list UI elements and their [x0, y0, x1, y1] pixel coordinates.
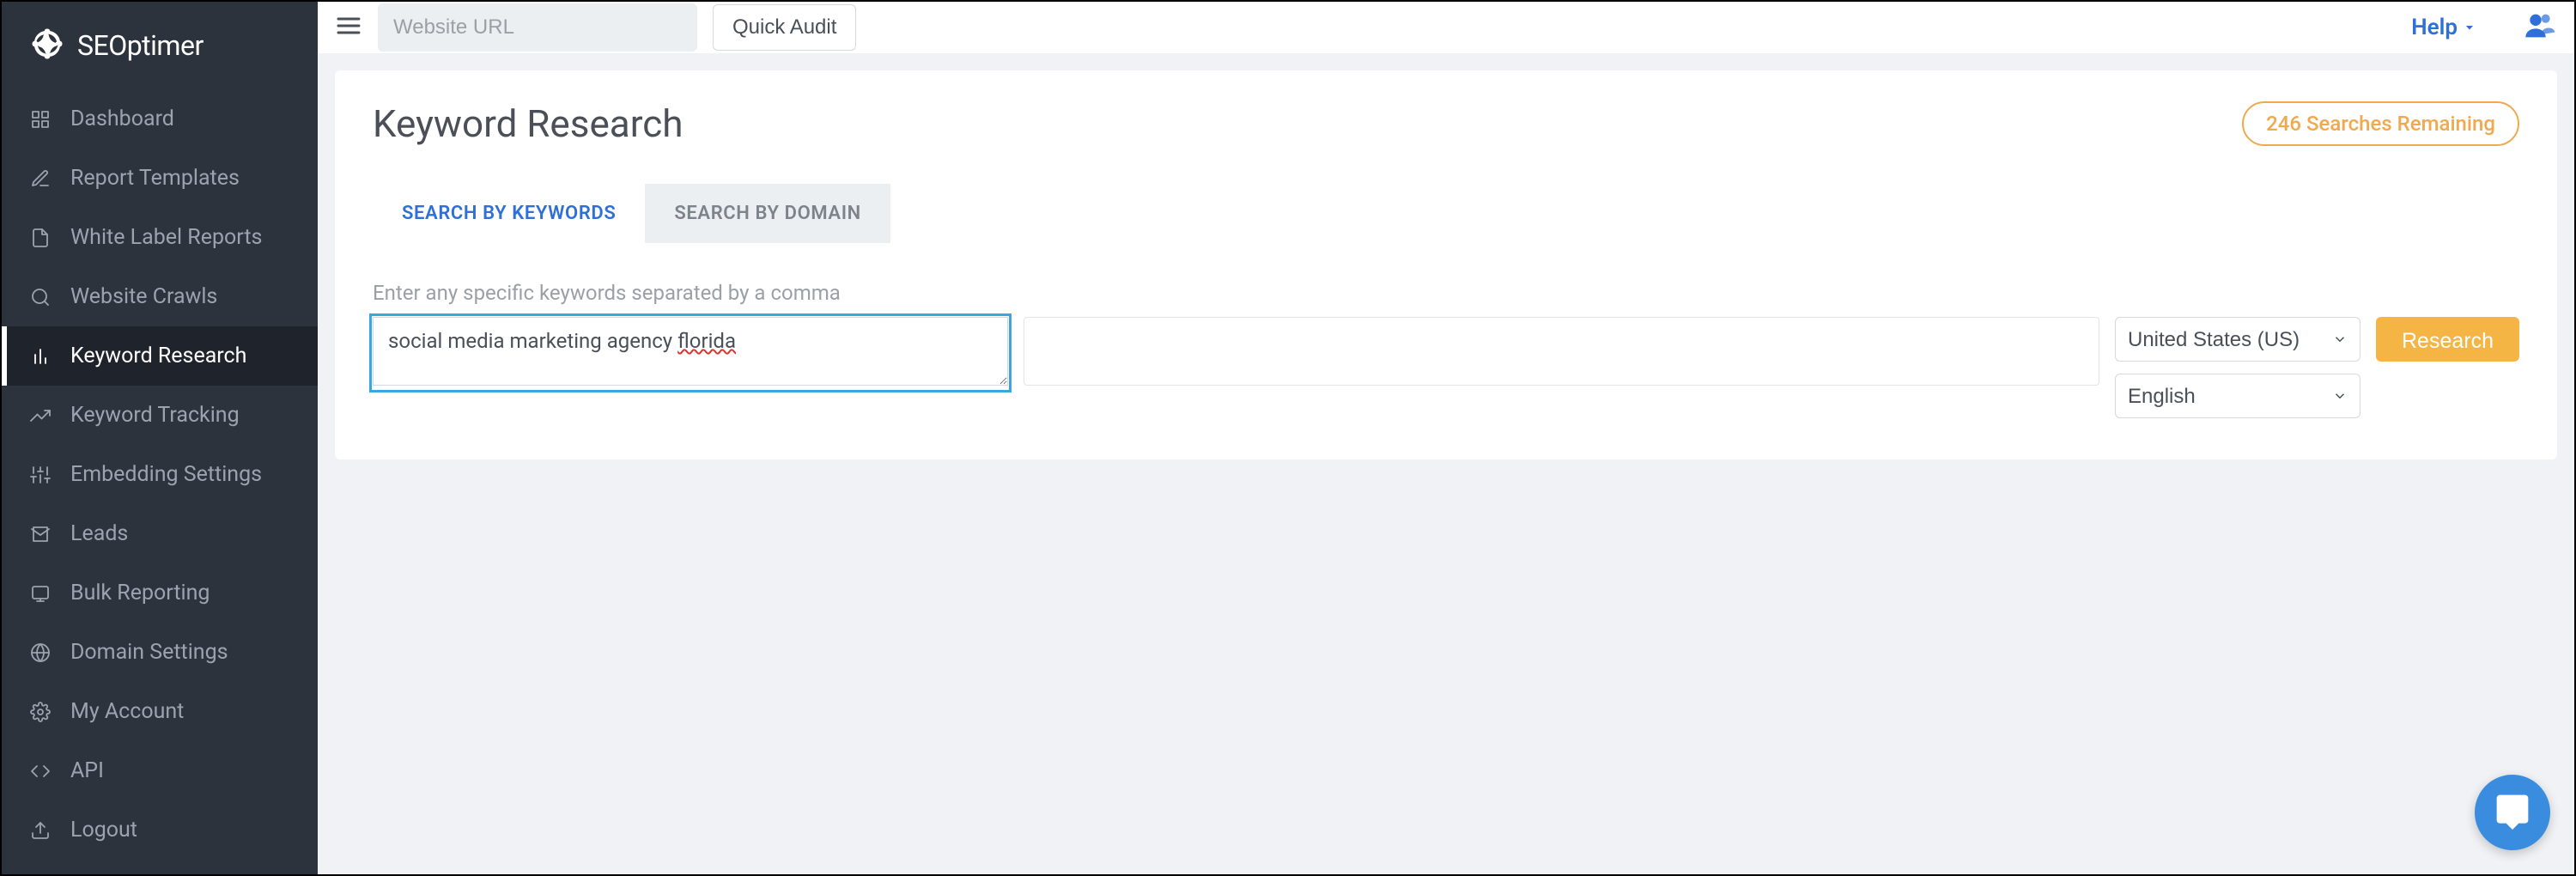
sidebar-item-label: Dashboard [70, 106, 174, 131]
sidebar-item-keyword-tracking[interactable]: Keyword Tracking [2, 386, 318, 445]
selects-column: United States (US) English [2115, 317, 2360, 418]
sidebar-item-white-label[interactable]: White Label Reports [2, 208, 318, 267]
sidebar-item-label: Embedding Settings [70, 462, 262, 487]
tab-search-by-domain[interactable]: SEARCH BY DOMAIN [645, 184, 890, 243]
domain-settings-icon [29, 642, 52, 664]
sidebar-item-label: Report Templates [70, 166, 240, 191]
sidebar-item-api[interactable]: API [2, 741, 318, 800]
chevron-down-icon [2463, 15, 2476, 40]
chat-icon [2494, 792, 2531, 833]
sidebar-item-label: Keyword Tracking [70, 403, 240, 428]
sidebar-item-crawls[interactable]: Website Crawls [2, 267, 318, 326]
tab-search-by-keywords[interactable]: SEARCH BY KEYWORDS [373, 184, 645, 243]
sidebar-item-my-account[interactable]: My Account [2, 682, 318, 741]
keyword-input-wrap: social media marketing agency florida [373, 317, 1008, 389]
sidebar-item-label: My Account [70, 699, 184, 724]
nav-list: Dashboard Report Templates White Label R… [2, 89, 318, 860]
quick-audit-button[interactable]: Quick Audit [713, 4, 856, 51]
sidebar-item-embedding[interactable]: Embedding Settings [2, 445, 318, 504]
sidebar-item-leads[interactable]: Leads [2, 504, 318, 563]
keyword-tracking-icon [29, 405, 52, 427]
help-dropdown[interactable]: Help [2411, 15, 2476, 40]
crawls-icon [29, 286, 52, 308]
textarea-extension [1024, 317, 2099, 386]
sidebar-item-label: Leads [70, 521, 128, 546]
hamburger-icon[interactable] [335, 12, 362, 43]
keyword-textarea[interactable] [373, 317, 1008, 386]
form-row: social media marketing agency florida Un… [373, 317, 2519, 418]
sidebar-item-report-templates[interactable]: Report Templates [2, 149, 318, 208]
sidebar-item-bulk-reporting[interactable]: Bulk Reporting [2, 563, 318, 623]
logo[interactable]: SEOptimer [2, 2, 318, 89]
white-label-icon [29, 227, 52, 249]
content: Keyword Research 246 Searches Remaining … [318, 53, 2574, 874]
main: Quick Audit Help Keyword Research 246 Se… [318, 2, 2574, 874]
leads-icon [29, 523, 52, 545]
card: Keyword Research 246 Searches Remaining … [335, 70, 2557, 459]
chat-widget[interactable] [2475, 775, 2550, 850]
sidebar-item-dashboard[interactable]: Dashboard [2, 89, 318, 149]
sidebar-item-label: Bulk Reporting [70, 581, 210, 605]
website-url-input[interactable] [378, 3, 697, 52]
sidebar-item-label: Keyword Research [70, 344, 246, 368]
sidebar-item-label: Domain Settings [70, 640, 228, 665]
research-button[interactable]: Research [2376, 317, 2519, 362]
logo-text: SEOptimer [77, 29, 204, 62]
dashboard-icon [29, 108, 52, 131]
bulk-reporting-icon [29, 582, 52, 605]
tabs: SEARCH BY KEYWORDS SEARCH BY DOMAIN [373, 184, 2519, 243]
sidebar-item-logout[interactable]: Logout [2, 800, 318, 860]
sidebar-item-keyword-research[interactable]: Keyword Research [2, 326, 318, 386]
topbar: Quick Audit Help [318, 2, 2574, 53]
account-icon [29, 701, 52, 723]
embedding-icon [29, 464, 52, 486]
report-templates-icon [29, 167, 52, 190]
searches-remaining-badge: 246 Searches Remaining [2242, 101, 2519, 146]
page-title: Keyword Research [373, 101, 683, 146]
api-icon [29, 760, 52, 782]
sidebar: SEOptimer Dashboard Report Templates Whi… [2, 2, 318, 874]
sidebar-item-label: API [70, 758, 104, 783]
logout-icon [29, 819, 52, 842]
sidebar-item-label: White Label Reports [70, 225, 262, 250]
hint-text: Enter any specific keywords separated by… [373, 281, 2519, 305]
language-select[interactable]: English [2115, 374, 2360, 418]
users-icon[interactable] [2523, 9, 2557, 46]
sidebar-item-label: Website Crawls [70, 284, 217, 309]
logo-icon [29, 26, 65, 65]
keyword-research-icon [29, 345, 52, 368]
sidebar-item-label: Logout [70, 818, 137, 843]
country-select[interactable]: United States (US) [2115, 317, 2360, 362]
sidebar-item-domain-settings[interactable]: Domain Settings [2, 623, 318, 682]
help-label: Help [2411, 15, 2458, 40]
